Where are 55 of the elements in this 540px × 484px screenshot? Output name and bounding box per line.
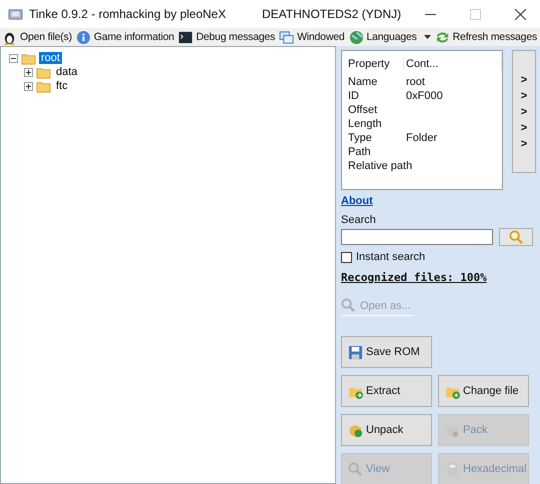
action-button[interactable]: Change file: [438, 375, 529, 407]
property-name: Length: [347, 118, 383, 130]
action-button[interactable]: Save ROM: [341, 336, 432, 368]
calculator-icon: [445, 462, 460, 476]
property-name: Type: [347, 132, 373, 144]
magnifier-icon: [341, 298, 356, 313]
console-icon: [178, 30, 194, 44]
arrow-button[interactable]: >: [520, 106, 528, 120]
property-value: root: [405, 76, 426, 88]
collapse-toggle[interactable]: [9, 54, 18, 62]
refresh-icon: [434, 30, 450, 44]
column-header[interactable]: Cont...: [404, 58, 502, 70]
property-value: Folder: [405, 132, 438, 144]
search-label: Search: [341, 214, 377, 226]
property-name: Relative path: [347, 160, 412, 172]
tree-node[interactable]: root: [39, 52, 62, 64]
property-name: Name: [347, 76, 378, 88]
tree-node[interactable]: ftc: [54, 80, 70, 92]
toolbar-button[interactable]: Open file(s): [2, 30, 72, 44]
info-icon: [76, 30, 91, 44]
windows-icon: [279, 30, 294, 44]
arrow-button[interactable]: >: [520, 122, 528, 136]
property-name: Path: [347, 146, 372, 158]
rom-title: DEATHNOTEDS2 (YDNJ): [262, 7, 402, 21]
search-field[interactable]: [341, 229, 493, 245]
action-button[interactable]: Extract: [341, 375, 432, 407]
checkbox[interactable]: [341, 252, 352, 262]
property-name: Offset: [347, 104, 378, 116]
close-button[interactable]: [515, 8, 526, 20]
languages-dropdown[interactable]: Languages: [348, 30, 431, 44]
arrow-button[interactable]: >: [520, 90, 528, 104]
property-value: 0xF000: [405, 90, 444, 102]
arrow-button[interactable]: >: [520, 138, 528, 152]
toolbar-button[interactable]: Windowed: [279, 30, 344, 44]
arrow-button[interactable]: >: [520, 74, 528, 88]
box-arrow-icon: [348, 422, 363, 438]
expand-toggle[interactable]: [24, 68, 33, 76]
about-link[interactable]: About: [341, 195, 373, 207]
app-icon: [8, 6, 23, 22]
checkbox-label: Instant search: [356, 251, 426, 263]
window-title: Tinke 0.9.2 - romhacking by pleoNeX: [29, 7, 226, 21]
property-name: ID: [347, 90, 360, 102]
search-icon: [508, 230, 524, 244]
column-header[interactable]: Property: [346, 58, 404, 70]
magnifier-icon: [348, 462, 363, 476]
expand-toggle[interactable]: [24, 82, 33, 90]
toolbar-button[interactable]: Game information: [76, 30, 174, 44]
toolbar-button[interactable]: Refresh messages: [434, 30, 538, 44]
tree-node[interactable]: data: [54, 66, 80, 78]
caret-icon: [424, 35, 431, 39]
recognized-files-text: Recognized files: 100%: [341, 271, 487, 284]
globe-icon: [348, 30, 364, 44]
toolbar-button[interactable]: Debug messages: [178, 30, 276, 44]
box-icon: [445, 422, 460, 438]
action-button[interactable]: Unpack: [341, 414, 432, 446]
